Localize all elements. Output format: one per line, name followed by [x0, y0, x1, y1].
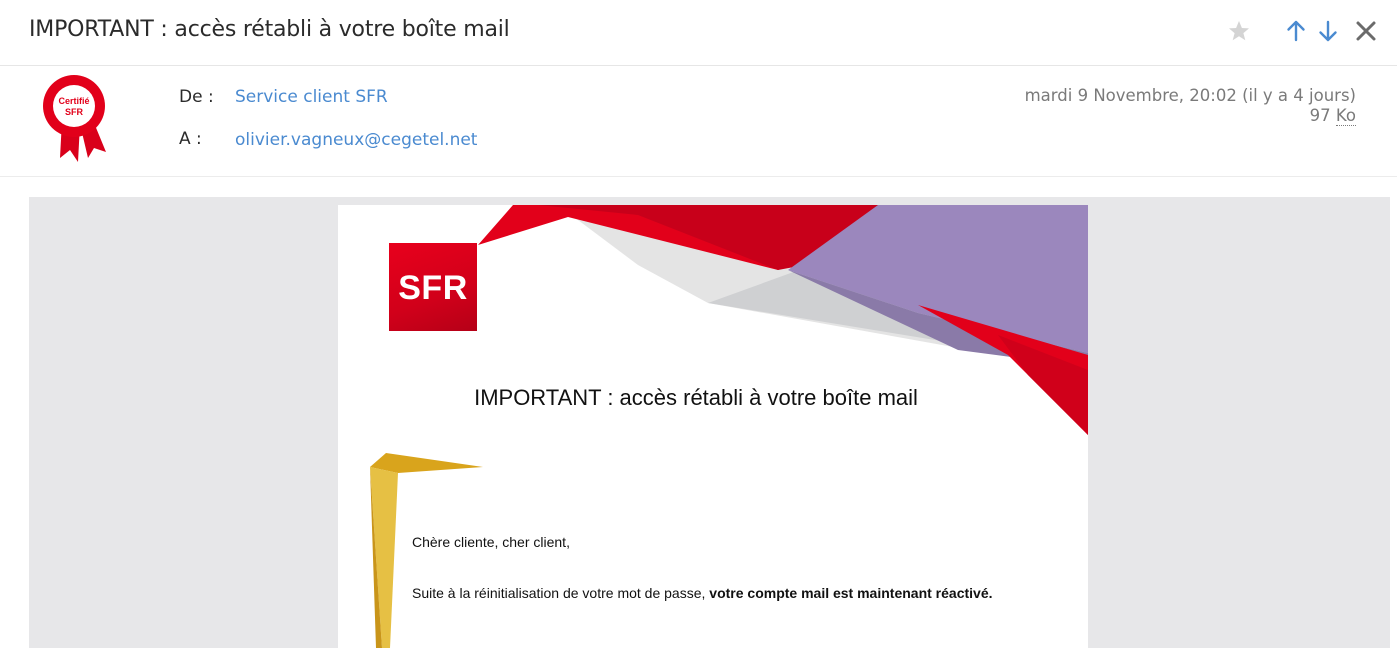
mail-paragraph: Suite à la réinitialisation de votre mot…: [412, 585, 1012, 602]
sfr-logo-text: SFR: [398, 269, 468, 307]
close-icon[interactable]: [1353, 18, 1379, 44]
subject-bar: IMPORTANT : accès rétabli à votre boîte …: [0, 0, 1397, 66]
sfr-logo: SFR: [389, 243, 477, 331]
mail-size: 97 Ko: [1309, 106, 1356, 126]
mail-body-area: SFR IMPORTANT : accès rétabli à votre bo…: [29, 197, 1390, 648]
mail-paragraph-bold: votre compte mail est maintenant réactiv…: [709, 585, 993, 601]
mail-content-card: SFR IMPORTANT : accès rétabli à votre bo…: [338, 205, 1088, 648]
mail-size-unit: Ko: [1335, 106, 1356, 126]
badge-line2: SFR: [65, 107, 84, 117]
mail-date: mardi 9 Novembre, 20:02 (il y a 4 jours): [1024, 86, 1356, 105]
to-label: A :: [179, 129, 202, 149]
from-label: De :: [179, 87, 214, 107]
certified-sfr-badge-icon: Certifié SFR: [40, 72, 112, 166]
mail-title: IMPORTANT : accès rétabli à votre boîte …: [474, 385, 918, 410]
arrow-up-icon[interactable]: [1283, 18, 1309, 44]
mail-paragraph-text: Suite à la réinitialisation de votre mot…: [412, 585, 710, 601]
to-recipient-link[interactable]: olivier.vagneux@cegetel.net: [235, 130, 477, 150]
from-sender-link[interactable]: Service client SFR: [235, 87, 388, 107]
mail-header: Certifié SFR De : Service client SFR A :…: [0, 66, 1397, 177]
mail-subject: IMPORTANT : accès rétabli à votre boîte …: [29, 17, 510, 42]
badge-line1: Certifié: [58, 96, 89, 106]
mail-size-number: 97: [1309, 106, 1331, 125]
mail-greeting: Chère cliente, cher client,: [412, 534, 570, 550]
arrow-down-icon[interactable]: [1315, 18, 1341, 44]
star-icon[interactable]: [1226, 18, 1252, 44]
